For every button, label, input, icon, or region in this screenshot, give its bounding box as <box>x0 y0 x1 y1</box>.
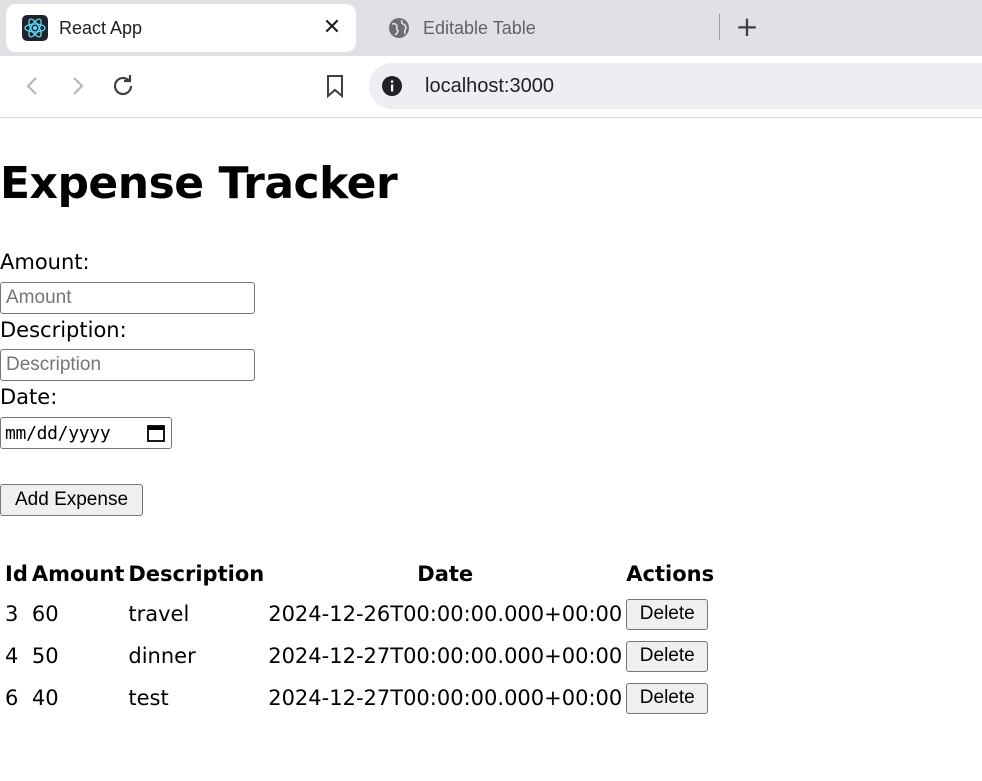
header-date: Date <box>417 562 474 586</box>
tab-title: Editable Table <box>423 17 536 38</box>
expense-table: Id Amount Description Date Actions 3 60 … <box>2 554 717 720</box>
new-tab-button[interactable]: + <box>734 12 760 42</box>
header-id: Id <box>5 562 28 586</box>
header-actions: Actions <box>626 562 715 586</box>
cell-actions: Delete <box>625 678 715 718</box>
delete-button[interactable]: Delete <box>626 682 709 714</box>
amount-label: Amount: <box>0 250 90 274</box>
globe-icon <box>386 15 412 41</box>
table-row: 3 60 travel 2024-12-26T00:00:00.000+00:0… <box>4 594 715 634</box>
cell-id: 6 <box>5 686 19 710</box>
date-placeholder: mm/dd/yyyy <box>5 422 111 444</box>
date-label: Date: <box>0 385 58 409</box>
cell-id: 3 <box>5 602 19 626</box>
delete-button[interactable]: Delete <box>626 598 709 630</box>
forward-arrow-icon <box>73 77 84 95</box>
cell-actions: Delete <box>625 636 715 676</box>
cell-date: 2024-12-26T00:00:00.000+00:00 <box>268 602 623 626</box>
react-icon <box>22 15 48 41</box>
date-input[interactable]: mm/dd/yyyy <box>0 417 172 449</box>
page-title: Expense Tracker <box>0 158 398 209</box>
cell-id: 4 <box>5 644 19 668</box>
cell-amount: 60 <box>31 602 59 626</box>
delete-button[interactable]: Delete <box>626 640 709 672</box>
tab-react-app[interactable]: React App ✕ <box>6 4 356 52</box>
table-header-row: Id Amount Description Date Actions <box>4 556 715 592</box>
address-bar[interactable]: localhost:3000 <box>369 63 982 109</box>
url-text: localhost:3000 <box>425 74 554 97</box>
reload-button[interactable] <box>107 70 139 102</box>
back-button[interactable] <box>17 70 49 102</box>
back-arrow-icon <box>26 77 37 95</box>
table-row: 6 40 test 2024-12-27T00:00:00.000+00:00 … <box>4 678 715 718</box>
cell-description: test <box>128 686 169 710</box>
amount-input[interactable] <box>0 282 255 314</box>
tab-editable-table[interactable]: Editable Table <box>370 4 710 52</box>
tab-separator <box>719 14 720 40</box>
cell-date: 2024-12-27T00:00:00.000+00:00 <box>268 644 623 668</box>
cell-amount: 50 <box>31 644 59 668</box>
description-input[interactable] <box>0 349 255 381</box>
description-label: Description: <box>0 318 127 342</box>
cell-description: dinner <box>128 644 196 668</box>
add-expense-button[interactable]: Add Expense <box>0 484 143 516</box>
bookmark-button[interactable] <box>319 70 351 102</box>
reload-icon <box>113 75 133 96</box>
cell-actions: Delete <box>625 594 715 634</box>
table-row: 4 50 dinner 2024-12-27T00:00:00.000+00:0… <box>4 636 715 676</box>
cell-description: travel <box>128 602 190 626</box>
header-amount: Amount <box>31 562 125 586</box>
close-tab-icon[interactable]: ✕ <box>320 16 344 40</box>
cell-date: 2024-12-27T00:00:00.000+00:00 <box>268 686 623 710</box>
site-info-icon[interactable] <box>381 75 403 97</box>
cell-amount: 40 <box>31 686 59 710</box>
bookmark-icon <box>327 75 343 98</box>
browser-tab-strip: React App ✕ Editable Table + <box>0 0 982 56</box>
forward-button[interactable] <box>61 70 93 102</box>
tab-title: React App <box>59 17 143 38</box>
calendar-icon[interactable] <box>146 423 166 443</box>
browser-toolbar: localhost:3000 <box>0 56 982 118</box>
header-description: Description <box>128 562 265 586</box>
